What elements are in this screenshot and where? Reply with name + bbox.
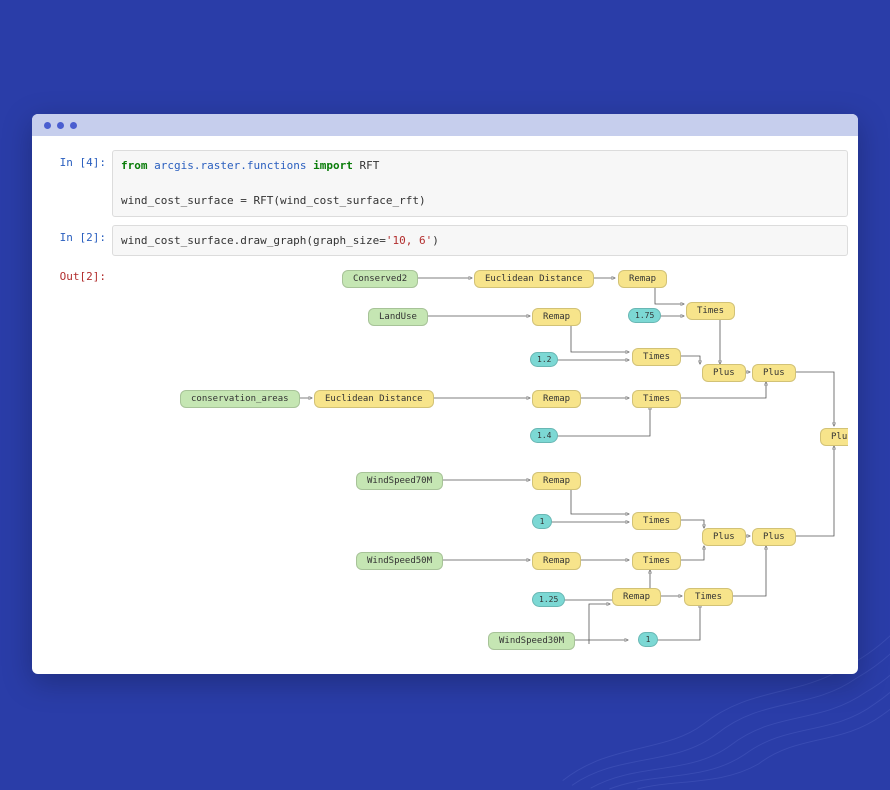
- node-windspeed50m[interactable]: WindSpeed50M: [356, 552, 443, 570]
- node-times[interactable]: Times: [632, 348, 681, 366]
- node-conserved2[interactable]: Conserved2: [342, 270, 418, 288]
- window-titlebar: [32, 114, 858, 136]
- output-prompt: Out[2]:: [42, 264, 106, 283]
- window-dot-icon: [44, 122, 51, 129]
- node-landuse[interactable]: LandUse: [368, 308, 428, 326]
- string-literal: '10, 6': [386, 234, 432, 247]
- node-constant-1-4[interactable]: 1.4: [530, 428, 558, 443]
- node-constant-1[interactable]: 1: [638, 632, 658, 647]
- node-plus[interactable]: Plus: [702, 528, 746, 546]
- node-remap[interactable]: Remap: [532, 472, 581, 490]
- output-cell-2: Out[2]:: [42, 264, 848, 656]
- node-remap[interactable]: Remap: [532, 390, 581, 408]
- node-constant-1-75[interactable]: 1.75: [628, 308, 661, 323]
- node-plus[interactable]: Plus: [752, 364, 796, 382]
- node-plus[interactable]: Plus: [752, 528, 796, 546]
- code-input[interactable]: wind_cost_surface.draw_graph(graph_size=…: [112, 225, 848, 257]
- node-constant-1-2[interactable]: 1.2: [530, 352, 558, 367]
- node-windspeed30m[interactable]: WindSpeed30M: [488, 632, 575, 650]
- module-path: arcgis.raster.functions: [154, 159, 306, 172]
- code-cell-2[interactable]: In [2]: wind_cost_surface.draw_graph(gra…: [42, 225, 848, 257]
- node-times[interactable]: Times: [632, 390, 681, 408]
- code-text: ): [432, 234, 439, 247]
- node-remap[interactable]: Remap: [618, 270, 667, 288]
- code-input[interactable]: from arcgis.raster.functions import RFT …: [112, 150, 848, 217]
- node-constant-1[interactable]: 1: [532, 514, 552, 529]
- window-dot-icon: [57, 122, 64, 129]
- node-remap[interactable]: Remap: [532, 308, 581, 326]
- imported-name: RFT: [359, 159, 379, 172]
- notebook-body: In [4]: from arcgis.raster.functions imp…: [32, 136, 858, 674]
- node-times[interactable]: Times: [684, 588, 733, 606]
- node-plus[interactable]: Plus: [702, 364, 746, 382]
- code-text: wind_cost_surface.draw_graph(graph_size=: [121, 234, 386, 247]
- node-plus[interactable]: Plus: [820, 428, 848, 446]
- keyword-import: import: [313, 159, 353, 172]
- node-times[interactable]: Times: [686, 302, 735, 320]
- code-cell-4[interactable]: In [4]: from arcgis.raster.functions imp…: [42, 150, 848, 217]
- node-times[interactable]: Times: [632, 512, 681, 530]
- graph-output[interactable]: Conserved2 Euclidean Distance Remap 1.75…: [112, 264, 848, 656]
- keyword-from: from: [121, 159, 148, 172]
- node-conservation-areas[interactable]: conservation_areas: [180, 390, 300, 408]
- graph-edges: [112, 264, 848, 656]
- code-line: wind_cost_surface = RFT(wind_cost_surfac…: [121, 194, 426, 207]
- node-times[interactable]: Times: [632, 552, 681, 570]
- input-prompt: In [4]:: [42, 150, 106, 169]
- node-euclidean-distance[interactable]: Euclidean Distance: [314, 390, 434, 408]
- input-prompt: In [2]:: [42, 225, 106, 244]
- node-remap[interactable]: Remap: [612, 588, 661, 606]
- node-euclidean-distance[interactable]: Euclidean Distance: [474, 270, 594, 288]
- node-remap[interactable]: Remap: [532, 552, 581, 570]
- node-windspeed70m[interactable]: WindSpeed70M: [356, 472, 443, 490]
- window-dot-icon: [70, 122, 77, 129]
- node-constant-1-25[interactable]: 1.25: [532, 592, 565, 607]
- notebook-window: In [4]: from arcgis.raster.functions imp…: [32, 114, 858, 674]
